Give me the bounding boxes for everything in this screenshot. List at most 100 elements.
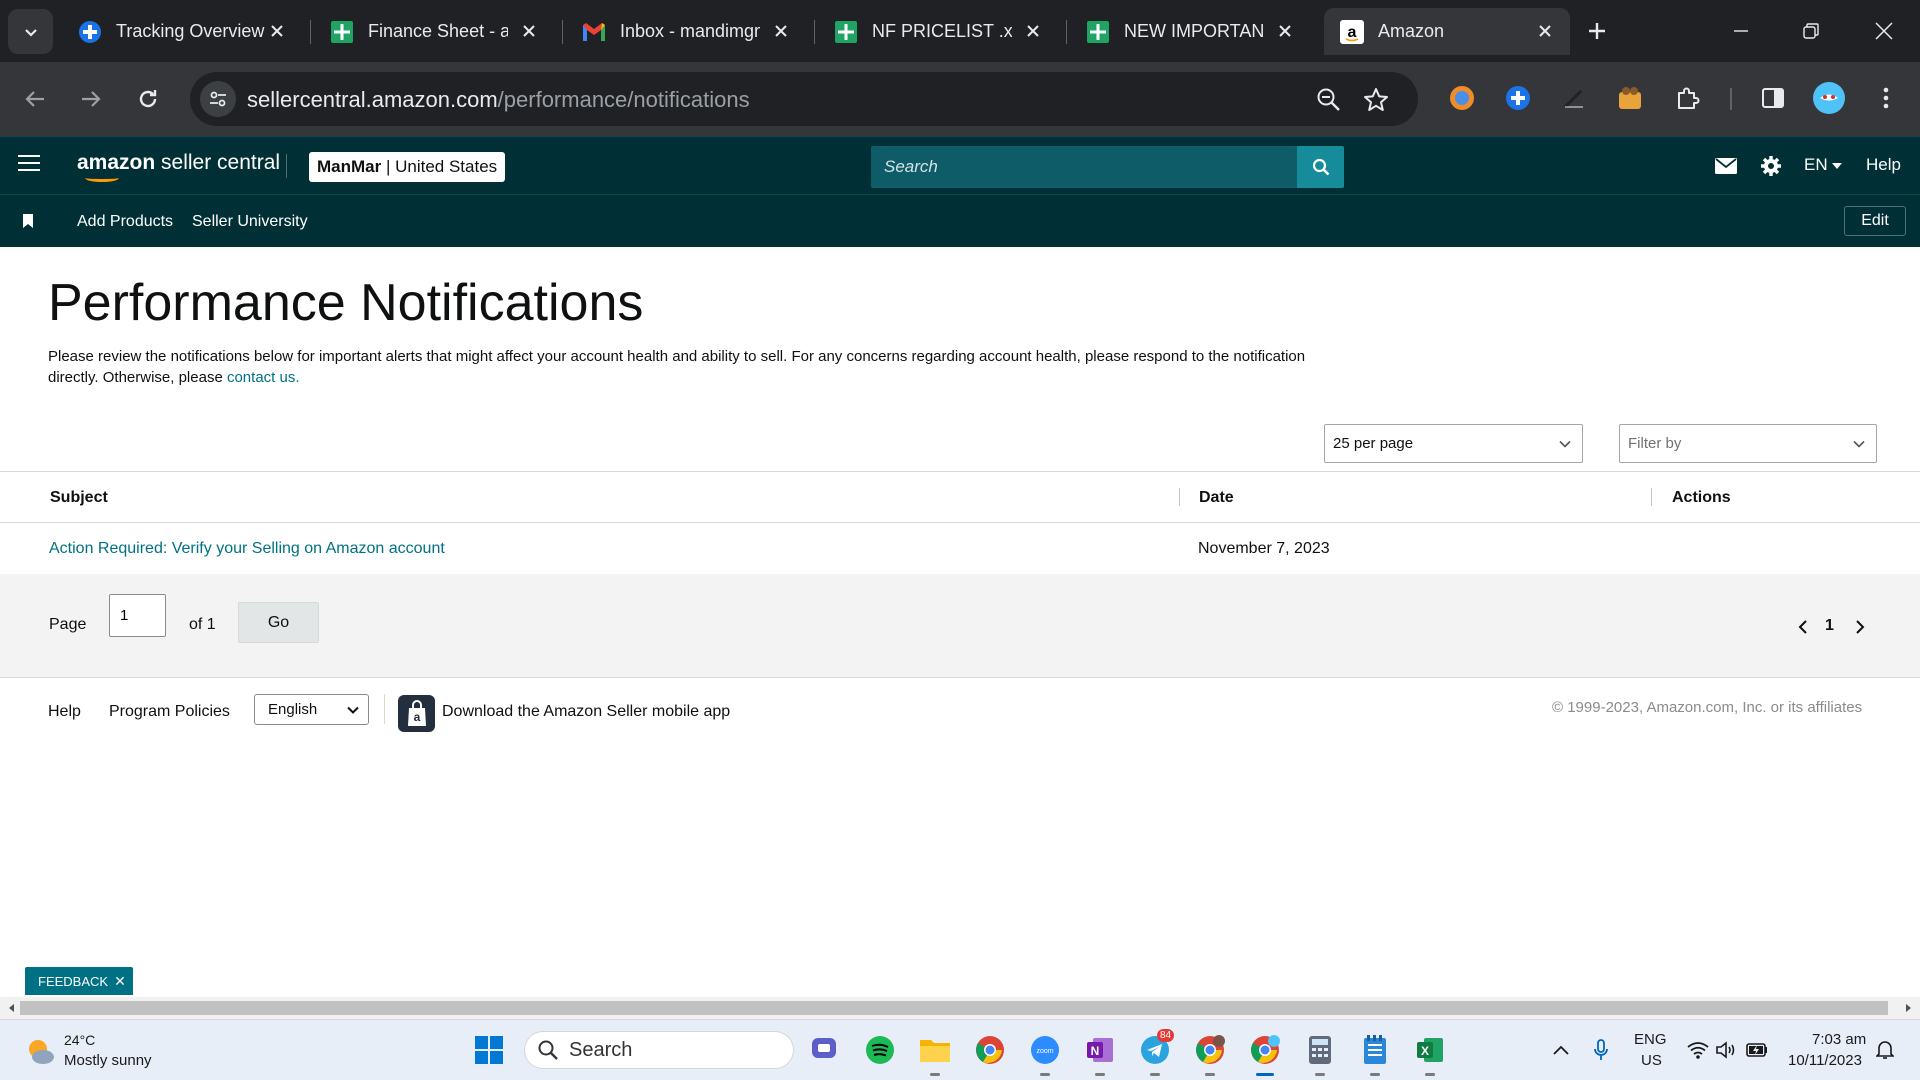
horizontal-scrollbar[interactable] [0,997,1920,1019]
settings-gear-icon[interactable] [1759,155,1783,177]
next-page-button[interactable] [1851,618,1869,636]
close-icon[interactable] [1274,20,1296,42]
chrome-active-app-icon[interactable] [1248,1033,1282,1076]
telegram-app-icon[interactable]: 84 [1138,1029,1175,1076]
input-language-primary[interactable]: ENG [1634,1031,1667,1048]
footer-language-select[interactable]: English [254,694,369,725]
seller-central-header: amazon seller central ManMar | United St… [0,136,1920,194]
scroll-left-icon[interactable] [6,1002,18,1014]
contact-us-link[interactable]: contact us. [227,369,300,386]
footer-help-link[interactable]: Help [48,703,81,721]
account-switcher[interactable]: ManMar | United States [309,152,506,182]
side-panel-icon[interactable] [1755,80,1791,116]
seller-central-logo[interactable]: amazon seller central [77,151,280,182]
zoom-icon[interactable] [1315,86,1343,114]
amazon-icon: a [1340,19,1364,44]
browser-tab-tracking-overview[interactable]: Tracking Overview [62,8,302,55]
feedback-button[interactable]: FEEDBACK ✕ [25,967,133,995]
calculator-app-icon[interactable] [1303,1033,1337,1076]
tracking-extension-icon[interactable] [1500,80,1536,116]
url-text[interactable]: sellercentral.amazon.com/performance/not… [247,87,750,113]
bookmark-star-icon[interactable] [1362,86,1390,114]
teams-chat-app-icon[interactable] [808,1033,842,1067]
seller-university-link[interactable]: Seller University [192,213,308,231]
onenote-app-icon[interactable]: N [1083,1033,1117,1076]
close-icon[interactable] [1022,20,1044,42]
download-app-link[interactable]: Download the Amazon Seller mobile app [442,703,730,721]
volume-icon[interactable] [1714,1038,1738,1062]
language-code: EN [1804,155,1828,174]
page-title: Performance Notifications [48,274,644,332]
file-explorer-app-icon[interactable] [918,1033,952,1076]
sheets-icon [330,20,354,44]
forward-button[interactable] [72,80,110,118]
keepa-extension-icon[interactable] [1612,80,1648,116]
wifi-icon[interactable] [1686,1038,1710,1062]
reload-button[interactable] [129,80,167,118]
scrollbar-thumb[interactable] [20,1001,1888,1015]
browser-tab-new-important[interactable]: NEW IMPORTANT [1070,8,1310,55]
chrome-profile-app-icon[interactable] [1193,1033,1227,1076]
filter-by-select[interactable]: Filter by [1619,424,1877,463]
column-divider [1651,488,1652,506]
browser-tab-inbox[interactable]: Inbox - mandimgmt [566,8,806,55]
input-language-region[interactable]: US [1641,1052,1662,1069]
browser-tab-amazon[interactable]: a Amazon [1324,8,1570,55]
pen-extension-icon[interactable] [1556,80,1592,116]
back-button[interactable] [16,80,54,118]
minimize-button[interactable] [1718,10,1764,52]
close-icon[interactable] [518,20,540,42]
clock-date[interactable]: 10/11/2023 [1788,1052,1862,1069]
microphone-icon[interactable] [1589,1038,1613,1062]
windows-start-button[interactable] [472,1033,506,1067]
more-menu-icon[interactable] [1868,80,1904,116]
browser-tab-nf-pricelist[interactable]: NF PRICELIST .xlsx [818,8,1058,55]
restore-button[interactable] [1788,10,1834,52]
close-icon[interactable] [1534,20,1556,42]
previous-page-button[interactable] [1794,618,1812,636]
excel-app-icon[interactable]: X [1413,1033,1447,1076]
close-icon[interactable] [770,20,792,42]
address-bar[interactable]: sellercentral.amazon.com/performance/not… [190,72,1418,126]
site-info-button[interactable] [200,81,236,117]
help-link[interactable]: Help [1866,155,1901,175]
hamburger-menu-icon[interactable] [18,155,40,175]
seller-search-input[interactable] [871,146,1296,188]
scroll-right-icon[interactable] [1902,1002,1914,1014]
extensions-puzzle-icon[interactable] [1670,80,1706,116]
new-tab-button[interactable] [1582,16,1612,46]
program-policies-link[interactable]: Program Policies [109,703,230,721]
notification-bell-icon[interactable] [1873,1038,1897,1062]
close-icon[interactable]: ✕ [114,973,126,990]
add-products-link[interactable]: Add Products [77,213,173,231]
battery-charging-icon[interactable] [1745,1038,1769,1062]
close-icon[interactable] [266,20,288,42]
spotify-app-icon[interactable] [863,1033,897,1067]
windows-search-box[interactable]: Search [524,1031,794,1069]
mail-icon[interactable] [1714,155,1738,177]
close-window-button[interactable] [1861,10,1907,52]
notepad-app-icon[interactable] [1358,1033,1392,1076]
seller-app-icon[interactable]: a [398,695,435,732]
bookmark-icon[interactable] [22,213,34,229]
seller-search-button[interactable] [1297,146,1344,188]
page-number-input[interactable] [109,594,166,637]
clock-time[interactable]: 7:03 am [1812,1031,1866,1048]
column-header-subject[interactable]: Subject [50,489,108,507]
profile-avatar-icon[interactable] [1811,80,1847,116]
current-page-number[interactable]: 1 [1825,617,1834,635]
tab-divider [1066,20,1067,44]
per-page-select[interactable]: 25 per page [1324,424,1583,463]
pagination-bar: Page of 1 Go 1 [0,574,1920,678]
notification-subject-link[interactable]: Action Required: Verify your Selling on … [49,540,445,558]
chrome-app-icon[interactable] [973,1033,1007,1067]
zoom-app-icon[interactable]: zoom [1028,1033,1062,1076]
language-selector[interactable]: EN [1804,155,1843,175]
go-button[interactable]: Go [238,602,319,643]
edit-bookmarks-button[interactable]: Edit [1844,206,1906,236]
show-hidden-icons-button[interactable] [1549,1038,1573,1062]
column-header-date[interactable]: Date [1199,489,1234,507]
orange-extension-icon[interactable] [1444,80,1480,116]
browser-tab-finance-sheet[interactable]: Finance Sheet - a7 [314,8,554,55]
tab-search-button[interactable] [8,9,53,54]
